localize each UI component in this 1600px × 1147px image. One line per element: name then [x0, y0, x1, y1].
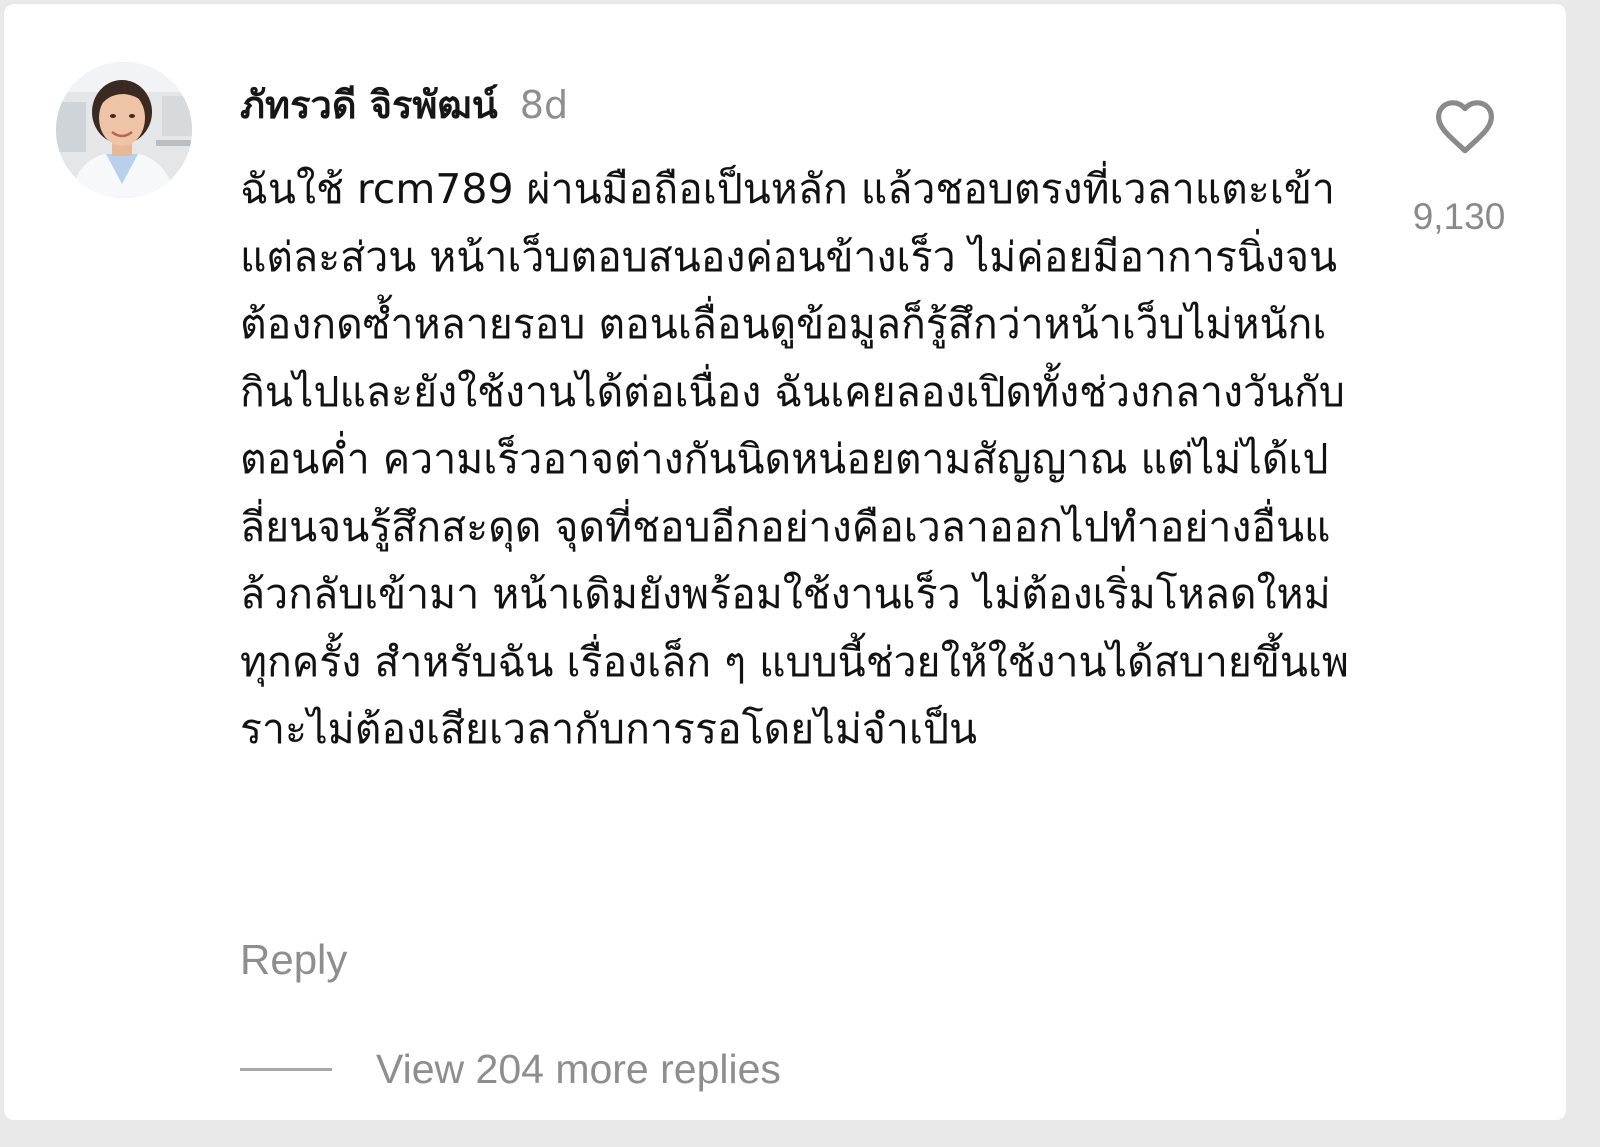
view-more-replies-label: View 204 more replies [376, 1045, 781, 1092]
reply-button[interactable]: Reply [240, 936, 347, 984]
like-button[interactable] [1432, 94, 1498, 160]
comment-timestamp: 8d [519, 83, 569, 127]
author-name[interactable]: ภัทรวดี จิรพัฒน์ [240, 74, 498, 135]
like-count: 9,130 [1412, 196, 1506, 237]
replies-divider-line [240, 1067, 332, 1071]
comment-header: ภัทรวดี จิรพัฒน์ 8d [240, 74, 569, 127]
comment-card: ภัทรวดี จิรพัฒน์ 8d ฉันใช้ rcm789 ผ่านมื… [4, 4, 1566, 1120]
avatar[interactable] [56, 62, 192, 198]
avatar-image [56, 62, 192, 198]
view-more-replies[interactable]: View 204 more replies [240, 1044, 781, 1094]
comment-text: ฉันใช้ rcm789 ผ่านมือถือเป็นหลัก แล้วชอบ… [240, 165, 1349, 753]
heart-outline-icon [1435, 100, 1495, 154]
